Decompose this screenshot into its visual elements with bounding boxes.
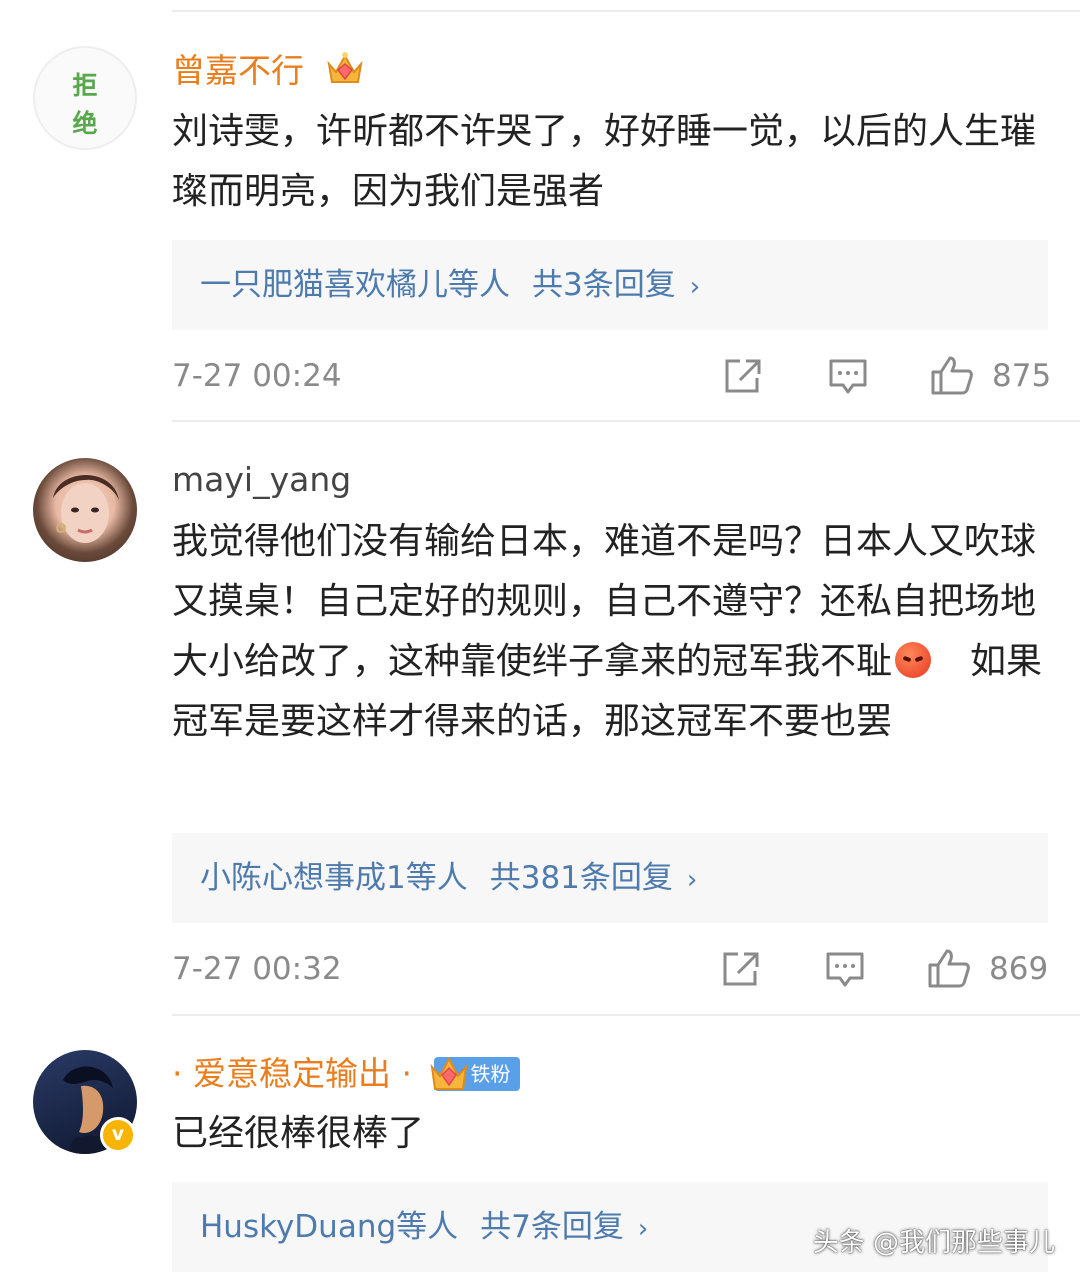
like-count: 875 bbox=[992, 358, 1052, 394]
replies-link[interactable]: 一只肥猫喜欢橘儿等人 共3条回复 › bbox=[172, 240, 1048, 330]
chevron-right-icon: › bbox=[686, 865, 698, 895]
share-icon[interactable] bbox=[722, 356, 764, 400]
avatar-char: 绝 bbox=[72, 109, 98, 138]
username[interactable]: · 爱意稳定输出 · 铁粉 bbox=[172, 1054, 521, 1094]
avatar[interactable] bbox=[33, 458, 137, 562]
comment-text: 刘诗雯，许昕都不许哭了，好好睡一觉，以后的人生璀璨而明亮，因为我们是强者 bbox=[172, 111, 1037, 212]
avatar[interactable]: 拒 绝 bbox=[33, 46, 137, 150]
angry-emoji-icon bbox=[895, 642, 932, 678]
reply-users[interactable]: 一只肥猫喜欢橘儿等人 bbox=[200, 267, 510, 303]
username-text[interactable]: 曾嘉不行 bbox=[172, 51, 304, 90]
reply-users[interactable]: HuskyDuang等人 bbox=[200, 1209, 458, 1245]
divider bbox=[172, 420, 1080, 422]
username[interactable]: mayi_yang bbox=[172, 460, 351, 500]
chevron-right-icon: › bbox=[689, 272, 701, 302]
crown-icon bbox=[325, 50, 365, 88]
divider bbox=[172, 1014, 1080, 1016]
replies-link[interactable]: 小陈心想事成1等人 共381条回复 › bbox=[172, 833, 1048, 923]
comment-icon[interactable] bbox=[828, 358, 868, 400]
reply-users[interactable]: 小陈心想事成1等人 bbox=[200, 860, 468, 896]
like-count: 869 bbox=[989, 951, 1049, 987]
divider bbox=[172, 10, 1080, 12]
comment-text: 已经很棒很棒了 bbox=[172, 1113, 425, 1154]
avatar-char: 拒 bbox=[72, 71, 98, 100]
share-icon[interactable] bbox=[720, 949, 762, 993]
fan-badge: 铁粉 bbox=[431, 1056, 521, 1091]
verified-icon: v bbox=[100, 1117, 136, 1153]
comment-icon[interactable] bbox=[825, 951, 865, 993]
reply-count[interactable]: 共3条回复 bbox=[532, 267, 676, 303]
watermark: 头条 @我们那些事儿 bbox=[812, 1228, 1055, 1258]
comment-text: 我觉得他们没有输给日本，难道不是吗？日本人又吹球又摸桌！自己定好的规则，自己不遵… bbox=[172, 512, 1052, 752]
timestamp: 7-27 00:32 bbox=[172, 951, 342, 987]
like-icon[interactable] bbox=[930, 354, 974, 400]
chevron-right-icon: › bbox=[637, 1214, 649, 1244]
reply-count[interactable]: 共381条回复 bbox=[490, 860, 673, 896]
timestamp: 7-27 00:24 bbox=[172, 358, 342, 394]
crown-icon bbox=[431, 1056, 468, 1090]
reply-count[interactable]: 共7条回复 bbox=[480, 1209, 624, 1245]
like-icon[interactable] bbox=[927, 947, 971, 993]
fan-badge-label: 铁粉 bbox=[470, 1062, 511, 1086]
username-text[interactable]: · 爱意稳定输出 · bbox=[172, 1054, 412, 1093]
username[interactable]: 曾嘉不行 bbox=[172, 50, 365, 91]
